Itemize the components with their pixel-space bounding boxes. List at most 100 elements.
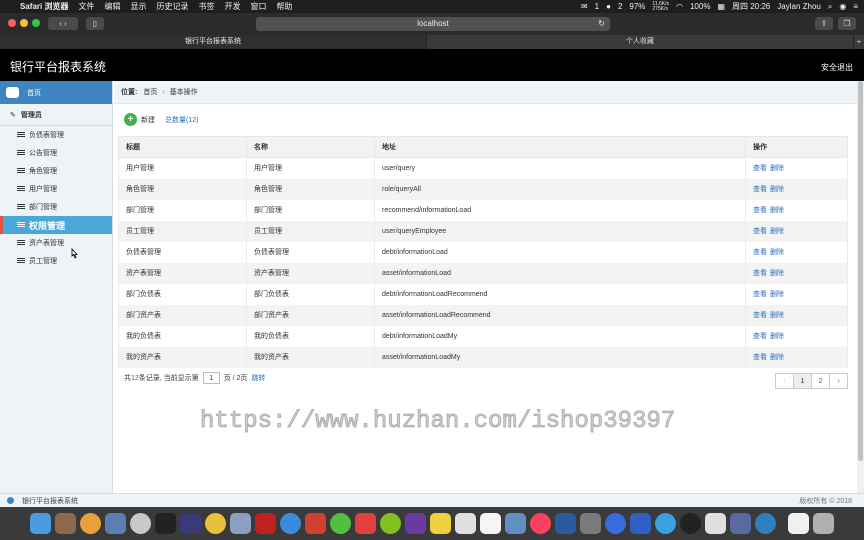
sidebar-item-employee[interactable]: 员工管理 <box>0 252 112 270</box>
badge-2[interactable]: 2 <box>618 2 622 11</box>
menu-app-name[interactable]: Safari 浏览器 <box>20 1 68 12</box>
delete-link[interactable]: 删除 <box>770 165 784 172</box>
wifi-icon[interactable]: ◠ <box>676 2 683 11</box>
page-input[interactable]: 1 <box>202 372 220 384</box>
sidebar-item-permission[interactable]: 权限管理 <box>0 216 112 234</box>
back-forward-buttons[interactable]: ‹ › <box>48 17 78 30</box>
menu-help[interactable]: 帮助 <box>276 1 292 12</box>
menu-history[interactable]: 历史记录 <box>156 1 188 12</box>
screenshot-icon[interactable] <box>305 513 326 534</box>
delete-link[interactable]: 删除 <box>770 186 784 193</box>
database-icon[interactable] <box>230 513 251 534</box>
view-link[interactable]: 查看 <box>753 354 767 361</box>
app-icon[interactable] <box>380 513 401 534</box>
logout-link[interactable]: 安全退出 <box>821 62 853 73</box>
next-page-button[interactable]: › <box>829 373 848 389</box>
view-link[interactable]: 查看 <box>753 291 767 298</box>
delete-link[interactable]: 删除 <box>770 249 784 256</box>
baidu-netdisk-icon[interactable] <box>605 513 626 534</box>
preview-icon[interactable] <box>105 513 126 534</box>
flag-icon[interactable]: ▦ <box>717 2 725 11</box>
prev-page-button[interactable]: ‹ <box>775 373 794 389</box>
menu-file[interactable]: 文件 <box>78 1 94 12</box>
system-preferences-icon[interactable] <box>580 513 601 534</box>
view-link[interactable]: 查看 <box>753 312 767 319</box>
total-count-link[interactable]: 总数量(12) <box>165 115 198 125</box>
menu-list-icon[interactable]: ≡ <box>853 2 858 11</box>
eclipse-icon[interactable] <box>180 513 201 534</box>
back-icon[interactable]: ‹ <box>59 19 62 28</box>
close-window-button[interactable] <box>8 19 16 27</box>
wechat-icon[interactable] <box>330 513 351 534</box>
sidebar-item-dept[interactable]: 部门管理 <box>0 198 112 216</box>
delete-link[interactable]: 删除 <box>770 354 784 361</box>
menu-bookmarks[interactable]: 书签 <box>198 1 214 12</box>
sidebar-item-role[interactable]: 角色管理 <box>0 162 112 180</box>
thunder-icon[interactable] <box>630 513 651 534</box>
delete-link[interactable]: 删除 <box>770 312 784 319</box>
sidebar-item-debt[interactable]: 负债表管理 <box>0 126 112 144</box>
menu-view[interactable]: 显示 <box>130 1 146 12</box>
view-link[interactable]: 查看 <box>753 270 767 277</box>
sidebar-group-admin[interactable]: ✎ 管理员 <box>0 104 112 126</box>
user-name[interactable]: Jaylan Zhou <box>777 2 821 11</box>
sidebar-item-user[interactable]: 用户管理 <box>0 180 112 198</box>
calendar-icon[interactable] <box>480 513 501 534</box>
delete-link[interactable]: 删除 <box>770 291 784 298</box>
tab-favorites[interactable]: 个人收藏 <box>427 35 854 49</box>
badge-1[interactable]: 1 <box>595 2 599 11</box>
delete-link[interactable]: 删除 <box>770 228 784 235</box>
navicat-icon[interactable] <box>205 513 226 534</box>
add-icon[interactable]: + <box>124 113 137 126</box>
clock[interactable]: 周四 20:26 <box>732 1 770 12</box>
safari-icon[interactable] <box>280 513 301 534</box>
maps-icon[interactable] <box>505 513 526 534</box>
siri-icon[interactable]: ◉ <box>839 2 846 11</box>
sidebar-item-asset[interactable]: 资产表管理 <box>0 234 112 252</box>
word-icon[interactable] <box>555 513 576 534</box>
qq-icon[interactable] <box>680 513 701 534</box>
search-icon[interactable]: ⌕ <box>828 2 832 12</box>
breadcrumb-home[interactable]: 首页 <box>143 87 157 97</box>
minimize-window-button[interactable] <box>20 19 28 27</box>
menu-develop[interactable]: 开发 <box>224 1 240 12</box>
tab-bank-report[interactable]: 银行平台报表系统 <box>0 35 427 49</box>
jump-link[interactable]: 跳转 <box>251 373 265 383</box>
rp-axure-icon[interactable] <box>405 513 426 534</box>
tabs-overview-button[interactable]: ❐ <box>838 17 856 30</box>
scrollbar-thumb[interactable] <box>858 81 863 461</box>
intellij-icon[interactable] <box>155 513 176 534</box>
wechat-status-icon[interactable]: ✉ <box>581 2 588 11</box>
launchpad-icon[interactable] <box>130 513 151 534</box>
page-2-button[interactable]: 2 <box>811 373 830 389</box>
view-link[interactable]: 查看 <box>753 186 767 193</box>
document-icon[interactable] <box>705 513 726 534</box>
page-scrollbar[interactable] <box>857 81 864 493</box>
music-icon[interactable] <box>530 513 551 534</box>
new-tab-button[interactable]: + <box>854 35 864 49</box>
forward-icon[interactable]: › <box>64 19 67 28</box>
share-button[interactable]: ⇪ <box>815 17 833 30</box>
trash-icon[interactable] <box>813 513 834 534</box>
browser-icon[interactable] <box>755 513 776 534</box>
photos-icon[interactable] <box>80 513 101 534</box>
zoom-window-button[interactable] <box>32 19 40 27</box>
view-link[interactable]: 查看 <box>753 249 767 256</box>
view-link[interactable]: 查看 <box>753 333 767 340</box>
textedit-icon[interactable] <box>455 513 476 534</box>
notes-app-icon[interactable] <box>55 513 76 534</box>
delete-link[interactable]: 删除 <box>770 270 784 277</box>
menu-edit[interactable]: 编辑 <box>104 1 120 12</box>
teamviewer-icon[interactable] <box>655 513 676 534</box>
user-status-icon[interactable]: ● <box>606 2 611 11</box>
sidebar-item-notice[interactable]: 公告管理 <box>0 144 112 162</box>
reload-icon[interactable]: ↻ <box>598 17 605 31</box>
address-bar[interactable]: localhost ↻ <box>256 17 610 31</box>
stickies-icon[interactable] <box>430 513 451 534</box>
redis-icon[interactable] <box>255 513 276 534</box>
view-link[interactable]: 查看 <box>753 165 767 172</box>
downloads-stack-icon[interactable] <box>788 513 809 534</box>
delete-link[interactable]: 删除 <box>770 207 784 214</box>
menu-window[interactable]: 窗口 <box>250 1 266 12</box>
sidebar-toggle-button[interactable]: ▯ <box>86 17 104 30</box>
